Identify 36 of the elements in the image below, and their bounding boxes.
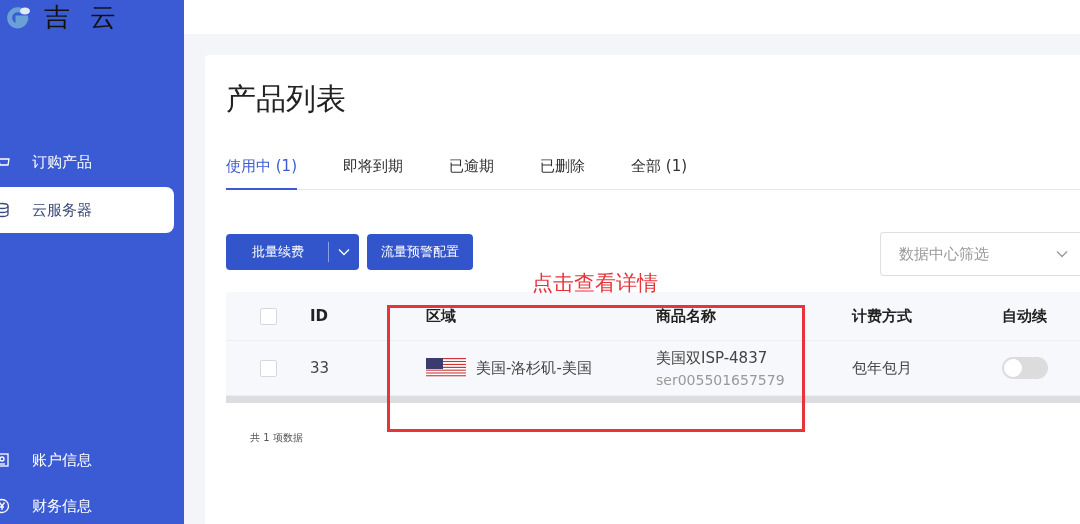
- auto-renew-toggle[interactable]: [1002, 357, 1048, 379]
- tab[interactable]: 已逾期: [449, 157, 494, 190]
- table-row[interactable]: 33 美国-洛杉矶-美国 美国双ISP-4837 ser005501657579 包年包月: [226, 341, 1080, 396]
- table-cell-text: 包年包月: [852, 358, 913, 378]
- logo-text: 吉 云: [44, 1, 123, 34]
- sidebar-item[interactable]: 订购产品: [0, 139, 174, 185]
- column-header: 区域: [426, 306, 457, 326]
- column-header: 商品名称: [656, 306, 717, 326]
- checkbox[interactable]: [260, 359, 277, 377]
- sidebar-item[interactable]: 财务信息: [0, 483, 184, 524]
- tab[interactable]: 使用中 (1): [226, 157, 297, 190]
- page-title: 产品列表: [226, 80, 347, 118]
- sidebar-item[interactable]: 云服务器: [0, 187, 174, 233]
- column-header: 计费方式: [852, 306, 913, 326]
- total-count: 共 1 项数据: [250, 431, 304, 445]
- table-cell: 美国-洛杉矶-美国: [476, 358, 592, 378]
- datacenter-filter-field[interactable]: 数据中心筛选: [880, 232, 1080, 276]
- tab[interactable]: 即将到期: [343, 157, 403, 190]
- column-header: ID: [310, 307, 330, 325]
- tab[interactable]: 已删除: [540, 157, 585, 190]
- column-header: 自动续: [1002, 306, 1048, 326]
- checkbox[interactable]: [260, 307, 277, 325]
- renew-split-button[interactable]: 批量续费: [226, 234, 359, 270]
- product-name: 美国双ISP-4837: [656, 348, 769, 368]
- serial-number: ser005501657579: [656, 371, 786, 388]
- logo-icon: [4, 4, 30, 31]
- annotation-text: 点击查看详情: [532, 270, 658, 297]
- table-cell-text: 33: [310, 359, 331, 377]
- tab[interactable]: 全部 (1): [631, 157, 688, 190]
- renew-button[interactable]: 批量续费: [226, 242, 329, 262]
- caret-icon: [338, 248, 350, 256]
- chevron-down-icon: [1056, 250, 1068, 258]
- alert-config-button[interactable]: 流量预警配置: [367, 234, 473, 270]
- us-flag-icon: [426, 358, 466, 378]
- scrollbar[interactable]: [226, 396, 1080, 403]
- sidebar-item[interactable]: 账户信息: [0, 437, 184, 483]
